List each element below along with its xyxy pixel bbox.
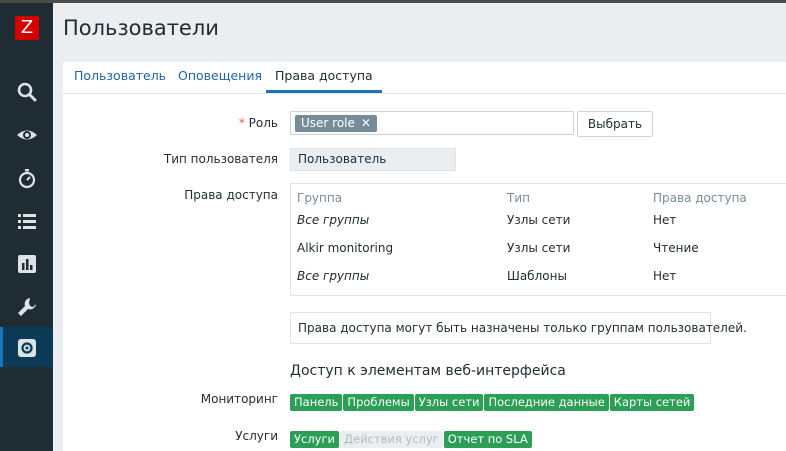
role-tag-label: User role <box>301 116 355 130</box>
permissions-note: Права доступа могут быть назначены тольк… <box>290 312 747 344</box>
bar-chart-icon <box>18 255 36 273</box>
list-icon <box>18 214 36 229</box>
chip-sla-report: Отчет по SLA <box>443 431 532 448</box>
monitoring-label: Мониторинг <box>200 392 278 406</box>
chip-problems: Проблемы <box>343 394 414 411</box>
zabbix-logo[interactable]: Z <box>15 16 39 40</box>
page-title: Пользователи <box>63 16 219 40</box>
sidebar-item-administration[interactable] <box>0 327 53 367</box>
stopwatch-icon <box>18 169 36 189</box>
role-label: * Роль <box>63 116 278 130</box>
required-mark: * <box>238 116 245 130</box>
table-cell-access: Нет <box>653 213 677 227</box>
tab-user[interactable]: Пользователь <box>74 62 166 93</box>
chip-dashboard: Панель <box>290 394 343 411</box>
chip-service-actions: Действия услуг <box>340 431 443 448</box>
permissions-form: * Роль User role ✕ Выбрать Тип пользовате… <box>63 94 786 451</box>
chip-services: Услуги <box>290 431 340 448</box>
chip-latest-data: Последние данные <box>484 394 609 411</box>
sidebar-item-services[interactable] <box>0 157 53 197</box>
role-label-text: Роль <box>248 116 278 130</box>
wrench-icon <box>18 298 36 316</box>
permissions-table: Группа Тип Права доступа Все группы Узлы… <box>290 183 786 296</box>
tab-media[interactable]: Оповещения <box>178 62 262 93</box>
sidebar-item-reports[interactable] <box>0 243 53 283</box>
role-multiselect[interactable]: User role ✕ <box>290 111 574 135</box>
table-cell-access: Нет <box>653 269 677 283</box>
sidebar-item-monitoring[interactable] <box>0 114 53 154</box>
table-cell-type: Узлы сети <box>507 213 571 227</box>
sidebar-item-configuration[interactable] <box>0 286 53 326</box>
table-cell-type: Шаблоны <box>507 269 567 283</box>
select-role-button[interactable]: Выбрать <box>577 111 653 137</box>
search-icon <box>17 82 37 102</box>
table-cell-type: Узлы сети <box>507 241 571 255</box>
ui-access-title: Доступ к элементам веб-интерфейса <box>290 363 566 379</box>
eye-icon <box>17 130 37 140</box>
sidebar-item-search[interactable] <box>0 71 53 111</box>
sidebar: Z <box>0 3 53 451</box>
gear-icon <box>18 339 36 357</box>
user-type-label: Тип пользователя <box>163 152 278 166</box>
window-top-border <box>0 0 786 3</box>
sidebar-item-inventory[interactable] <box>0 200 53 240</box>
user-type-value: Пользователь <box>290 148 456 171</box>
table-cell-group: Все группы <box>297 269 370 283</box>
logo-letter: Z <box>20 17 34 38</box>
services-label: Услуги <box>235 429 278 443</box>
permissions-label: Права доступа <box>184 188 278 202</box>
tab-bar: Пользователь Оповещения Права доступа <box>63 62 786 94</box>
chip-maps: Карты сетей <box>609 394 695 411</box>
monitoring-chips: Панель Проблемы Узлы сети Последние данные К… <box>290 391 695 411</box>
chip-hosts: Узлы сети <box>414 394 484 411</box>
table-cell-access: Чтение <box>653 241 699 255</box>
table-header-type: Тип <box>507 191 530 205</box>
table-cell-group: Все группы <box>297 213 370 227</box>
table-header-group: Группа <box>297 191 343 205</box>
table-header-access: Права доступа <box>653 191 747 205</box>
services-chips: Услуги Действия услуг Отчет по SLA <box>290 428 533 448</box>
role-tag: User role ✕ <box>295 115 377 132</box>
tab-permissions[interactable]: Права доступа <box>266 62 382 93</box>
table-cell-group: Alkir monitoring <box>297 241 394 255</box>
remove-role-icon[interactable]: ✕ <box>361 116 371 130</box>
